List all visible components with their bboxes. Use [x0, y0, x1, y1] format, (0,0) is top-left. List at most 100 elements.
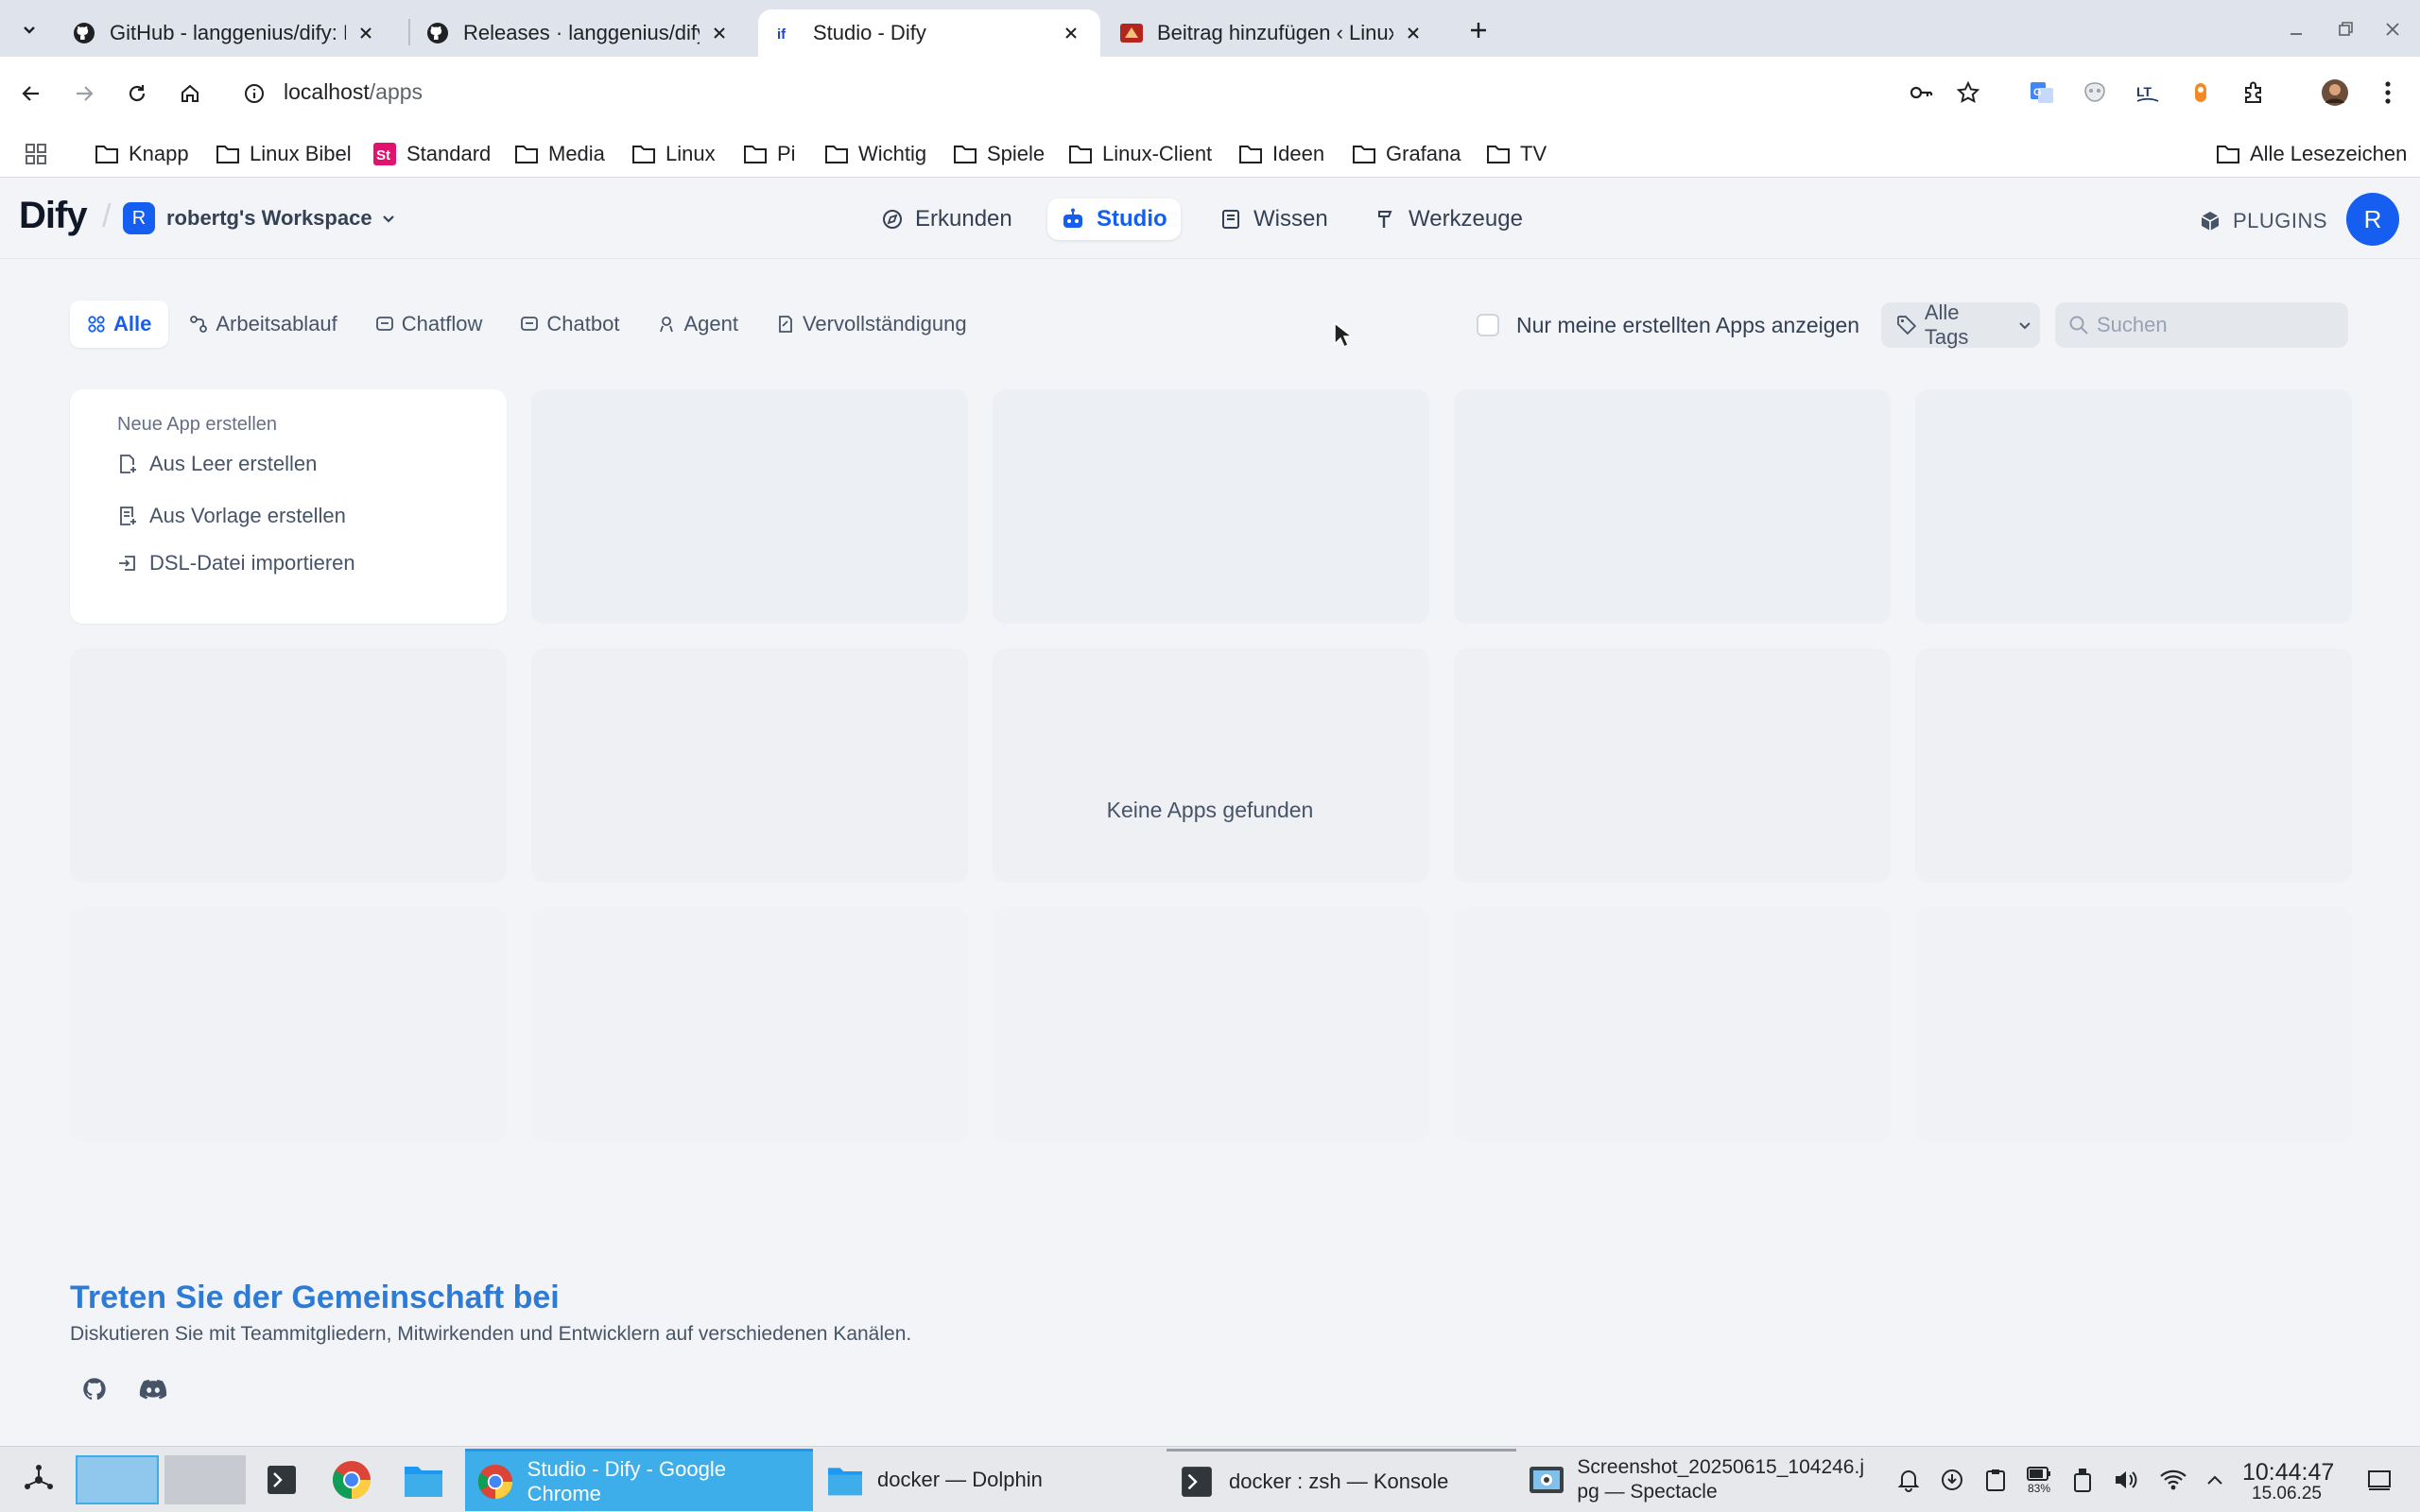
site-info-icon[interactable] [236, 76, 272, 112]
password-key-icon[interactable] [1904, 76, 1938, 110]
bookmark-spiele[interactable]: Spiele [953, 130, 1045, 178]
nav-studio[interactable]: Studio [1047, 198, 1181, 240]
taskbar-task-chrome[interactable]: Studio - Dify - Google Chrome [465, 1449, 813, 1511]
translate-extension-icon[interactable]: G [2025, 76, 2059, 110]
clipboard-icon[interactable] [1979, 1464, 2012, 1496]
languagetool-extension-icon[interactable]: LT [2131, 76, 2165, 110]
application-launcher-icon[interactable] [17, 1449, 60, 1511]
bookmark-grafana[interactable]: Grafana [1352, 130, 1461, 178]
new-tab-plus-icon[interactable] [1463, 15, 1494, 45]
bookmark-knapp[interactable]: Knapp [95, 130, 189, 178]
extension-orange-icon[interactable] [2184, 76, 2218, 110]
filter-tab-chatbot[interactable]: Chatbot [503, 301, 636, 348]
app-search-box[interactable] [2055, 302, 2348, 348]
app-card-placeholder [1454, 648, 1891, 883]
search-input[interactable] [2097, 313, 2333, 337]
close-tab-icon[interactable] [1059, 21, 1083, 45]
terminal-launcher-icon[interactable] [263, 1449, 301, 1511]
battery-icon [2027, 1466, 2050, 1481]
plugins-button[interactable]: PLUGINS [2199, 204, 2327, 238]
workspace-switcher[interactable]: R robertg's Workspace [123, 200, 397, 236]
bookmark-star-icon[interactable] [1951, 76, 1985, 110]
dolphin-launcher-icon[interactable] [401, 1449, 446, 1511]
updates-icon[interactable] [1936, 1464, 1968, 1496]
create-from-template-button[interactable]: Aus Vorlage erstellen [117, 500, 346, 532]
nav-werkzeuge[interactable]: Werkzeuge [1361, 198, 1536, 240]
file-plus-icon [120, 455, 136, 473]
nav-erkunden[interactable]: Erkunden [868, 198, 1026, 240]
discord-icon[interactable] [136, 1372, 170, 1406]
address-bar[interactable] [233, 72, 1962, 115]
taskbar-task-spectacle[interactable]: Screenshot_20250615_104246.j pg — Specta… [1518, 1449, 1874, 1511]
only-my-apps-toggle[interactable]: Nur meine erstellten Apps anzeigen [1477, 312, 1859, 338]
taskbar-task-konsole[interactable]: docker : zsh — Konsole [1167, 1449, 1516, 1511]
import-dsl-file-button[interactable]: DSL-Datei importieren [117, 547, 355, 579]
profile-avatar-icon[interactable] [2318, 76, 2352, 110]
task-label: Screenshot_20250615_104246.j pg — Specta… [1577, 1455, 1864, 1504]
bookmark-wichtig[interactable]: Wichtig [824, 130, 926, 178]
reload-icon[interactable] [119, 76, 155, 112]
apps-grid-icon[interactable] [25, 130, 57, 178]
create-from-blank-button[interactable]: Aus Leer erstellen [117, 448, 317, 480]
extensions-puzzle-icon[interactable] [2237, 76, 2271, 110]
close-tab-icon[interactable] [707, 21, 732, 45]
browser-tab-releases[interactable]: Releases · langgenius/dify [408, 9, 749, 57]
dify-logo[interactable]: Dify [19, 195, 88, 237]
bookmark-ideen[interactable]: Ideen [1238, 130, 1324, 178]
bookmark-tv[interactable]: TV [1486, 130, 1547, 178]
bookmark-media[interactable]: Media [514, 130, 605, 178]
wifi-icon[interactable] [2157, 1464, 2189, 1496]
document-edit-icon [779, 316, 792, 333]
bookmark-linux-client[interactable]: Linux-Client [1068, 130, 1212, 178]
dify-favicon-icon: if [775, 21, 800, 45]
minimize-window-icon[interactable] [2282, 15, 2310, 43]
browser-tab-github[interactable]: GitHub - langgenius/dify: Pr [55, 9, 395, 57]
url-text[interactable]: localhost/apps [284, 79, 423, 105]
close-tab-icon[interactable] [1401, 21, 1426, 45]
bookmark-pi[interactable]: Pi [743, 130, 796, 178]
all-bookmarks[interactable]: Alle Lesezeichen [2216, 130, 2407, 178]
tags-filter-dropdown[interactable]: Alle Tags [1881, 301, 2040, 349]
close-window-icon[interactable] [2378, 15, 2407, 43]
filter-tab-alle[interactable]: Alle [70, 301, 169, 348]
restore-window-icon[interactable] [2331, 15, 2360, 43]
clock-time[interactable]: 10:44:47 [2242, 1459, 2334, 1486]
tray-expand-chevron-up-icon[interactable] [2199, 1464, 2231, 1496]
browser-tab-linux-bibel[interactable]: Beitrag hinzufügen ‹ Linux- [1102, 9, 1443, 57]
linux-bibel-favicon-icon [1119, 21, 1144, 45]
bookmark-standard[interactable]: St Standard [372, 130, 491, 178]
extension-mask-icon[interactable] [2078, 76, 2112, 110]
show-desktop-icon[interactable] [2363, 1464, 2395, 1496]
bookmark-linux-bibel[interactable]: Linux Bibel [216, 130, 352, 178]
device-notifier-icon[interactable] [2066, 1464, 2099, 1496]
mouse-cursor-icon [1333, 321, 1354, 350]
filter-tab-vervollstaendigung[interactable]: Vervollständigung [759, 301, 984, 348]
home-icon[interactable] [172, 76, 208, 112]
volume-icon[interactable] [2110, 1464, 2142, 1496]
chrome-launcher-icon[interactable] [329, 1449, 374, 1511]
clock-date[interactable]: 15.06.25 [2252, 1484, 2322, 1504]
app-card-placeholder [1915, 648, 2352, 883]
back-arrow-icon[interactable] [13, 76, 49, 112]
virtual-desktop-1[interactable] [74, 1449, 161, 1511]
filter-tab-arbeitsablauf[interactable]: Arbeitsablauf [172, 301, 354, 348]
workspace-badge: R [123, 202, 155, 234]
battery-indicator[interactable]: 83% [2023, 1464, 2055, 1496]
forward-arrow-icon[interactable] [66, 76, 102, 112]
filter-tab-agent[interactable]: Agent [640, 301, 755, 348]
tab-search-chevron-icon[interactable] [13, 13, 45, 45]
bookmark-linux[interactable]: Linux [631, 130, 716, 178]
filter-tab-chatflow[interactable]: Chatflow [358, 301, 500, 348]
user-avatar[interactable]: R [2346, 193, 2399, 246]
nav-wissen[interactable]: Wissen [1206, 198, 1341, 240]
only-my-apps-checkbox[interactable] [1477, 314, 1499, 336]
github-icon[interactable] [78, 1372, 112, 1406]
notifications-bell-icon[interactable] [1893, 1464, 1925, 1496]
browser-tab-studio-dify[interactable]: if Studio - Dify [758, 9, 1100, 57]
plugins-label: PLUGINS [2233, 209, 2328, 232]
taskbar-task-dolphin[interactable]: docker — Dolphin [815, 1449, 1165, 1511]
virtual-desktop-2[interactable] [163, 1449, 248, 1511]
browser-menu-icon[interactable] [2371, 76, 2405, 110]
app-card-placeholder [1454, 389, 1891, 624]
close-tab-icon[interactable] [354, 21, 378, 45]
